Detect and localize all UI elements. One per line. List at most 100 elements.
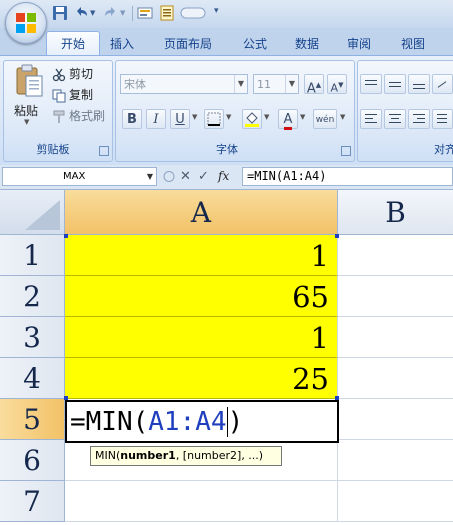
paste-dropdown-icon[interactable]: ▼	[24, 118, 29, 126]
cell-b4[interactable]	[338, 358, 453, 399]
customize-dropdown-icon[interactable]: ▾	[214, 6, 219, 16]
row-header-3[interactable]: 3	[0, 317, 65, 358]
phonetic-icon: wén	[315, 115, 335, 125]
shrink-font-icon: A	[330, 81, 339, 95]
custom-icon-3[interactable]	[180, 5, 206, 21]
formula-input[interactable]: =MIN(A1:A4)	[242, 167, 453, 186]
font-dialog-launcher-icon[interactable]	[341, 146, 351, 156]
font-color-button[interactable]: A	[278, 109, 298, 130]
tab-review[interactable]: 审阅	[347, 34, 371, 54]
range-handle-top-left[interactable]	[64, 234, 68, 238]
align-top-button[interactable]	[360, 74, 382, 94]
custom-icon-1[interactable]	[137, 5, 153, 21]
align-middle-button[interactable]	[384, 74, 406, 94]
chevron-down-icon[interactable]: ▼	[285, 75, 298, 93]
cell-a5-editor[interactable]: =MIN(A1:A4)	[65, 400, 339, 443]
undo-dropdown-icon[interactable]: ▼	[90, 9, 95, 17]
align-bottom-button[interactable]	[408, 74, 430, 94]
formula-buttons: ✕ ✓ fx	[160, 167, 242, 186]
font-color-icon: A	[283, 113, 293, 130]
cell-a7[interactable]	[65, 481, 338, 522]
underline-button[interactable]: U	[170, 109, 190, 129]
tab-home[interactable]: 开始	[46, 31, 100, 57]
tooltip-current-arg: number1	[120, 449, 176, 462]
formula-range-ref: A1:A4	[148, 407, 227, 437]
cell-b5[interactable]	[338, 399, 453, 440]
range-handle-top-right[interactable]	[335, 234, 339, 238]
phonetic-dropdown-icon[interactable]: ▼	[340, 113, 345, 121]
row-header-2[interactable]: 2	[0, 276, 65, 317]
column-header-a[interactable]: A	[65, 190, 338, 235]
name-box[interactable]: MAX ▼	[2, 167, 157, 186]
tab-insert[interactable]: 插入	[110, 34, 134, 54]
row-header-5[interactable]: 5	[0, 399, 65, 440]
clipboard-group-label: 剪贴板	[36, 143, 70, 156]
paint-bucket-icon	[245, 112, 259, 127]
font-size-combo[interactable]: 11 ▼	[253, 74, 299, 94]
qa-separator	[132, 6, 133, 21]
copy-button[interactable]: 复制	[52, 87, 93, 105]
underline-dropdown-icon[interactable]: ▼	[192, 113, 197, 121]
row-header-1[interactable]: 1	[0, 235, 65, 276]
align-center-button[interactable]	[384, 109, 406, 129]
cut-label: 剪切	[69, 67, 94, 81]
redo-icon[interactable]	[103, 5, 119, 21]
grow-font-button[interactable]: A▲	[304, 74, 324, 97]
grow-font-icon: A	[306, 81, 316, 97]
row-header-4[interactable]: 4	[0, 358, 65, 399]
tab-formulas[interactable]: 公式	[243, 34, 267, 54]
cell-a2[interactable]: 65	[65, 276, 338, 317]
clipboard-dialog-launcher-icon[interactable]	[99, 146, 109, 156]
custom-icon-2[interactable]	[159, 5, 175, 21]
cell-b2[interactable]	[338, 276, 453, 317]
chevron-down-icon[interactable]: ▼	[147, 168, 153, 185]
cut-button[interactable]: 剪切	[52, 66, 93, 84]
cancel-icon[interactable]: ✕	[180, 167, 191, 186]
borders-dropdown-icon[interactable]: ▼	[226, 113, 231, 121]
grip-icon	[163, 171, 175, 182]
cell-b7[interactable]	[338, 481, 453, 522]
office-button[interactable]	[5, 2, 47, 44]
italic-button[interactable]: I	[146, 109, 166, 129]
orientation-button[interactable]	[432, 74, 453, 94]
select-all-corner[interactable]	[0, 190, 65, 235]
cell-a4[interactable]: 25	[65, 358, 338, 399]
undo-icon[interactable]	[73, 5, 89, 21]
copy-label: 复制	[69, 88, 94, 102]
format-painter-button[interactable]: 格式刷	[52, 108, 105, 126]
format-painter-label: 格式刷	[69, 109, 106, 123]
font-size-value: 11	[257, 78, 271, 91]
redo-dropdown-icon[interactable]: ▼	[120, 9, 125, 17]
align-right-button[interactable]	[408, 109, 430, 129]
column-header-b[interactable]: B	[338, 190, 453, 235]
chevron-down-icon[interactable]: ▼	[234, 75, 247, 93]
fill-color-button[interactable]	[242, 109, 262, 129]
fill-color-dropdown-icon[interactable]: ▼	[264, 113, 269, 121]
tab-data[interactable]: 数据	[295, 34, 319, 54]
shrink-font-button[interactable]: A▼	[327, 74, 347, 95]
align-left-button[interactable]	[360, 109, 382, 129]
row-header-7[interactable]: 7	[0, 481, 65, 522]
tab-page-layout[interactable]: 页面布局	[164, 34, 212, 54]
paste-button[interactable]: 粘贴	[14, 102, 38, 119]
font-color-dropdown-icon[interactable]: ▼	[300, 113, 305, 121]
tab-view[interactable]: 视图	[401, 34, 425, 54]
insert-function-icon[interactable]: fx	[218, 167, 229, 186]
borders-button[interactable]	[204, 109, 224, 129]
row-header-6[interactable]: 6	[0, 440, 65, 481]
bold-button[interactable]: B	[122, 109, 142, 129]
enter-icon[interactable]: ✓	[198, 167, 209, 186]
cell-b3[interactable]	[338, 317, 453, 358]
cell-b1[interactable]	[338, 235, 453, 276]
indent-button[interactable]	[432, 109, 453, 129]
paste-icon[interactable]	[14, 64, 44, 98]
cell-b6[interactable]	[338, 440, 453, 481]
cell-a3[interactable]: 1	[65, 317, 338, 358]
save-icon[interactable]	[52, 5, 68, 21]
font-name-combo[interactable]: 宋体 ▼	[120, 74, 248, 94]
select-all-triangle-icon	[25, 200, 60, 230]
cell-a1[interactable]: 1	[65, 235, 338, 276]
function-tooltip[interactable]: MIN(number1, [number2], ...)	[90, 446, 282, 466]
copy-icon	[52, 89, 66, 102]
phonetic-button[interactable]: wén	[313, 109, 337, 129]
